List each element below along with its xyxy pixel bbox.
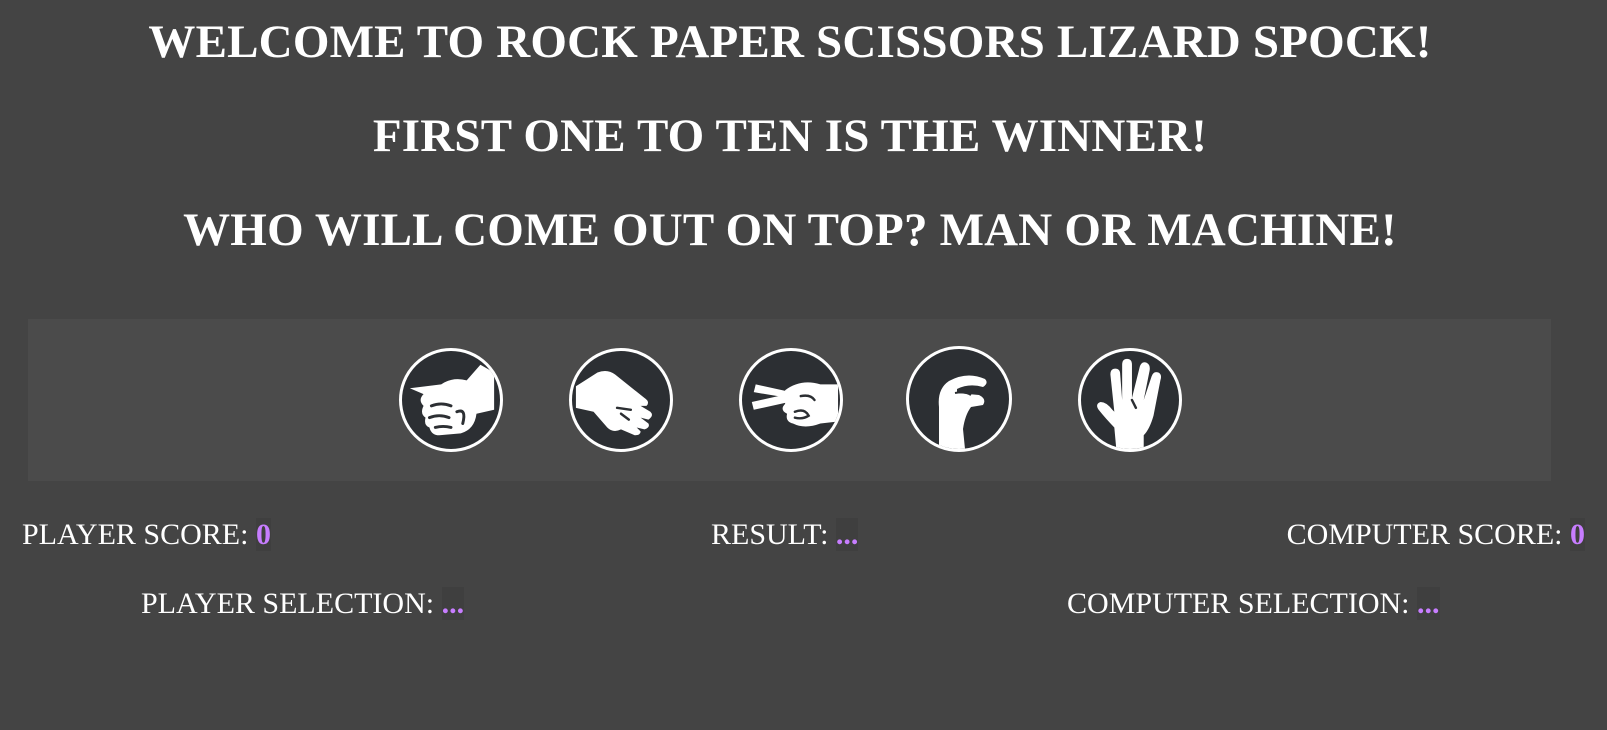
player-score-label: PLAYER SCORE:: [22, 518, 256, 551]
result-value: ...: [835, 518, 859, 551]
spock-button[interactable]: [1078, 348, 1182, 452]
rule-heading: FIRST ONE TO TEN IS THE WINNER!: [372, 110, 1208, 162]
lizard-button[interactable]: [906, 346, 1012, 452]
result-label: RESULT:: [711, 518, 836, 551]
computer-score: COMPUTER SCORE: 0: [1287, 517, 1585, 553]
rock-hand-icon: [409, 364, 495, 436]
computer-selection: COMPUTER SELECTION: ...: [1067, 586, 1440, 622]
choice-panel: [28, 319, 1551, 481]
lizard-hand-icon: [938, 375, 987, 449]
spock-hand-icon: [1097, 358, 1162, 449]
player-selection: PLAYER SELECTION: ...: [141, 586, 465, 622]
player-score-value: 0: [255, 518, 271, 551]
welcome-heading: WELCOME TO ROCK PAPER SCISSORS LIZARD SP…: [148, 16, 1432, 68]
player-score: PLAYER SCORE: 0: [22, 517, 271, 553]
scissors-hand-icon: [751, 382, 839, 427]
player-selection-value: ...: [441, 587, 465, 620]
computer-selection-label: COMPUTER SELECTION:: [1067, 587, 1418, 620]
rock-button[interactable]: [399, 348, 503, 452]
paper-button[interactable]: [569, 348, 673, 452]
computer-score-value: 0: [1570, 518, 1585, 551]
computer-selection-value: ...: [1417, 587, 1440, 620]
result: RESULT: ...: [711, 517, 859, 553]
scissors-button[interactable]: [739, 348, 843, 452]
player-selection-label: PLAYER SELECTION:: [141, 587, 442, 620]
computer-score-label: COMPUTER SCORE:: [1286, 518, 1570, 551]
question-heading: WHO WILL COME OUT ON TOP? MAN OR MACHINE…: [183, 204, 1397, 256]
paper-hand-icon: [575, 370, 652, 436]
